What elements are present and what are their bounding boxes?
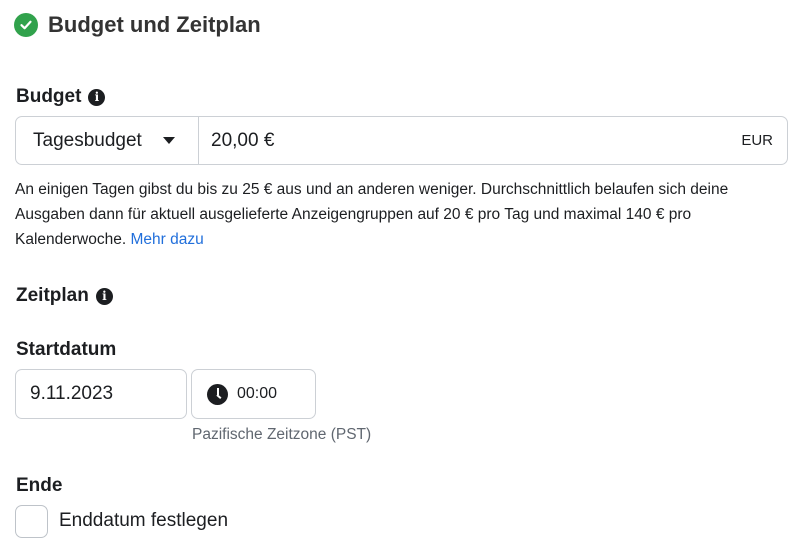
- section-header: Budget und Zeitplan: [14, 12, 261, 38]
- end-date-checkbox[interactable]: [15, 505, 48, 538]
- schedule-label: Zeitplan: [16, 285, 89, 306]
- budget-help-text: An einigen Tagen gibst du bis zu 25 € au…: [15, 177, 785, 252]
- currency-label: EUR: [741, 132, 773, 149]
- info-icon[interactable]: i: [88, 88, 106, 106]
- clock-icon: [207, 383, 228, 405]
- start-time-value: 00:00: [237, 385, 278, 402]
- schedule-label-row: Zeitplan i: [16, 285, 113, 307]
- budget-help-body: An einigen Tagen gibst du bis zu 25 € au…: [15, 181, 729, 248]
- timezone-label: Pazifische Zeitzone (PST): [192, 426, 372, 443]
- info-icon[interactable]: i: [95, 287, 113, 305]
- end-label-row: Ende: [16, 475, 62, 497]
- start-date-input[interactable]: 9.11.2023: [15, 369, 187, 419]
- caret-down-icon: [162, 137, 175, 144]
- start-date-label: Startdatum: [16, 339, 117, 360]
- learn-more-link[interactable]: Mehr dazu: [130, 231, 203, 248]
- budget-type-dropdown[interactable]: Tagesbudget: [16, 117, 199, 164]
- end-label: Ende: [16, 475, 63, 496]
- check-circle-icon: [14, 13, 38, 37]
- budget-label: Budget: [16, 86, 82, 107]
- start-time-input[interactable]: 00:00: [191, 369, 316, 419]
- budget-amount-input[interactable]: [199, 117, 742, 164]
- start-date-value: 9.11.2023: [30, 383, 114, 404]
- budget-label-row: Budget i: [16, 86, 106, 108]
- budget-field: Tagesbudget EUR: [15, 116, 788, 165]
- start-date-label-row: Startdatum: [16, 339, 116, 361]
- section-title: Budget und Zeitplan: [48, 12, 261, 37]
- budget-type-value: Tagesbudget: [33, 129, 142, 151]
- end-date-checkbox-label[interactable]: Enddatum festlegen: [59, 510, 228, 532]
